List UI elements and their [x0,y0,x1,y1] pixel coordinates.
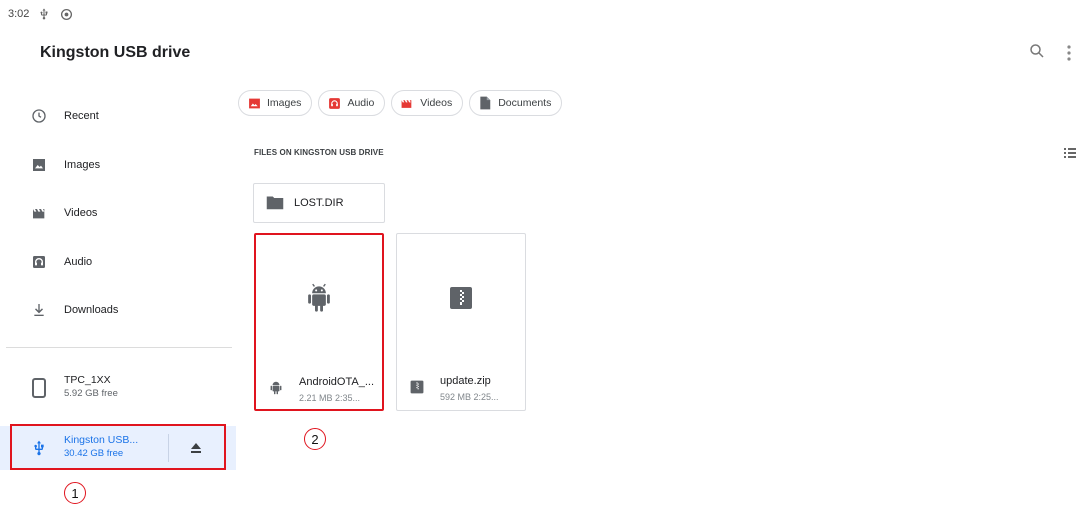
status-bar: 3:02 [8,6,73,22]
page-title: Kingston USB drive [40,44,191,61]
image-icon [247,96,261,110]
status-time: 3:02 [8,8,30,20]
annotation-label-1: 1 [64,482,86,504]
usb-icon [37,7,51,21]
chip-label: Documents [498,97,552,109]
file-thumbnail [397,234,525,362]
sidebar-item-label: Downloads [64,304,119,316]
chip-label: Images [267,97,302,109]
audio-icon [327,96,341,110]
chip-label: Videos [420,97,453,109]
chip-audio[interactable]: Audio [318,90,386,116]
download-icon [30,301,48,319]
sidebar-item-downloads[interactable]: Downloads [0,290,236,330]
file-card-android-ota[interactable]: AndroidOTA_... 2.21 MB 2:35... [254,233,384,411]
clock-icon [30,107,48,125]
annotation-highlight-1 [10,424,226,470]
sidebar-item-recent[interactable]: Recent [0,96,236,136]
video-icon [30,204,48,222]
sidebar-item-audio[interactable]: Audio [0,242,236,282]
sidebar-item-images[interactable]: Images [0,145,236,185]
android-icon [268,380,284,396]
folder-icon [266,195,284,211]
folder-card-lost-dir[interactable]: LOST.DIR [253,183,385,223]
list-view-icon[interactable] [1064,146,1076,160]
video-icon [400,96,414,110]
document-icon [478,96,492,110]
sidebar-item-label: Recent [64,110,99,122]
sidebar-item-label: Images [64,159,101,171]
search-icon[interactable] [1028,42,1048,62]
root-free-space: 5.92 GB free [64,388,118,399]
file-meta: 2.21 MB 2:35... [299,393,361,403]
file-thumbnail [256,235,382,363]
android-icon [308,283,330,312]
root-item-device[interactable]: TPC_1XX 5.92 GB free [0,366,236,410]
filter-chips: Images Audio Videos Documents [238,90,563,116]
file-name: update.zip [440,375,491,387]
image-icon [30,156,48,174]
file-meta: 592 MB 2:25... [440,392,499,402]
zip-icon [409,379,425,395]
annotation-label-2: 2 [304,428,326,450]
folder-name: LOST.DIR [294,197,344,209]
zip-icon [450,287,472,309]
more-vert-icon[interactable] [1066,44,1076,62]
chip-videos[interactable]: Videos [391,90,464,116]
sidebar-item-label: Videos [64,207,98,219]
file-card-update-zip[interactable]: update.zip 592 MB 2:25... [396,233,526,411]
audio-icon [30,253,48,271]
root-title: TPC_1XX [64,374,111,386]
chip-label: Audio [347,97,375,109]
file-name: AndroidOTA_... [299,376,374,388]
sidebar-item-videos[interactable]: Videos [0,193,236,233]
sidebar-item-label: Audio [64,256,93,268]
chip-images[interactable]: Images [238,90,313,116]
sync-icon [59,7,73,21]
section-header: FILES ON KINGSTON USB DRIVE [254,148,384,157]
chip-documents[interactable]: Documents [469,90,563,116]
sidebar-divider [6,347,232,348]
phone-icon [30,378,48,398]
